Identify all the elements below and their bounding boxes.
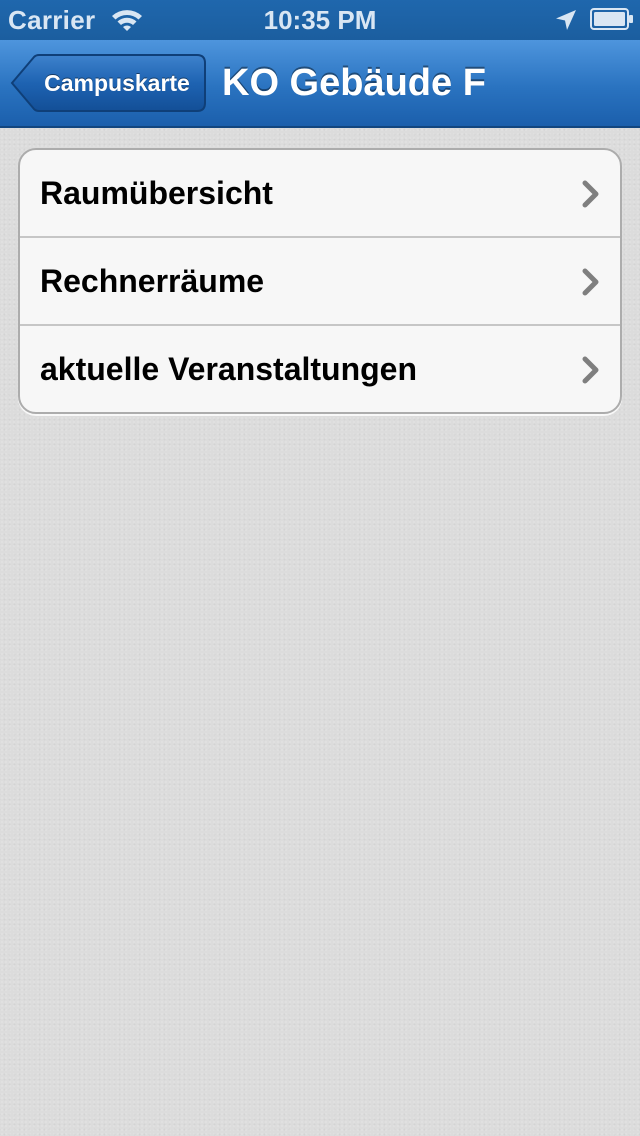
- status-bar: Carrier 10:35 PM: [0, 0, 640, 40]
- list-item-aktuelle-veranstaltungen[interactable]: aktuelle Veranstaltungen: [20, 326, 620, 412]
- chevron-right-icon: [582, 268, 600, 296]
- back-button[interactable]: Campuskarte: [10, 54, 206, 112]
- list-item-raumuebersicht[interactable]: Raumübersicht: [20, 150, 620, 238]
- battery-icon: [590, 8, 634, 30]
- location-arrow-icon: [554, 8, 578, 32]
- list-item-label: Raumübersicht: [40, 175, 273, 211]
- page-title: KO Gebäude F: [222, 62, 486, 104]
- back-button-label: Campuskarte: [44, 70, 190, 96]
- chevron-right-icon: [582, 180, 600, 208]
- list-item-label: aktuelle Veranstaltungen: [40, 351, 418, 387]
- menu-list: Raumübersicht Rechnerräume aktuelle Vera…: [18, 148, 622, 414]
- navigation-bar: Campuskarte KO Gebäude F: [0, 40, 640, 128]
- list-item-rechnerraeume[interactable]: Rechnerräume: [20, 238, 620, 326]
- list-item-label: Rechnerräume: [40, 263, 265, 299]
- clock-label: 10:35 PM: [263, 5, 377, 35]
- chevron-right-icon: [582, 356, 600, 384]
